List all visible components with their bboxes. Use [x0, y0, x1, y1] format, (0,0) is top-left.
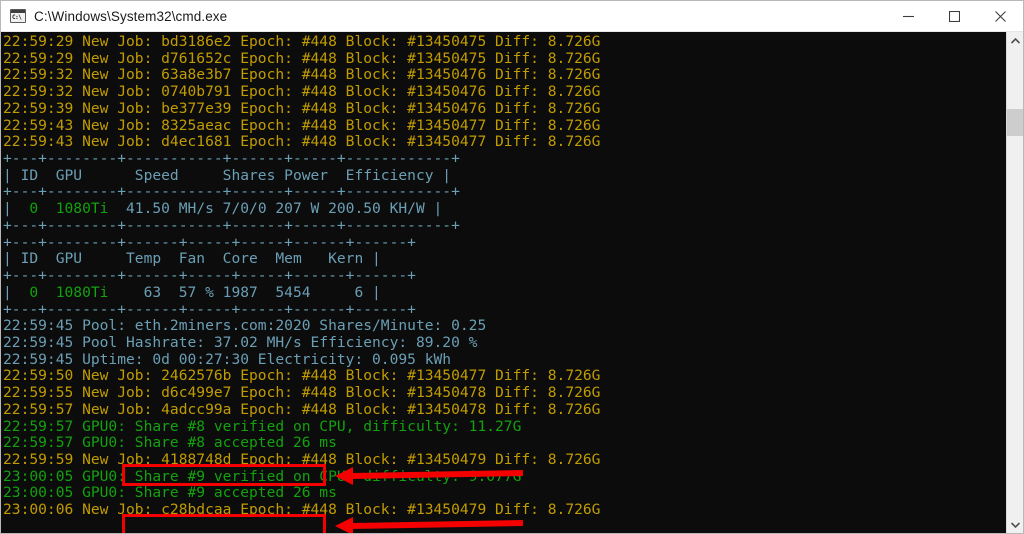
- console-area: 22:59:29 New Job: bd3186e2 Epoch: #448 B…: [1, 32, 1023, 533]
- minimize-icon: [902, 15, 914, 17]
- cmd-icon-titlestrip: [11, 10, 25, 13]
- console-line: 22:59:32 New Job: 63a8e3b7 Epoch: #448 B…: [3, 66, 601, 84]
- cmd-window: C:\ C:\Windows\System32\cmd.exe 22:59:29…: [0, 0, 1024, 534]
- console-span: |: [372, 283, 381, 301]
- console-line: | 0 1080Ti 41.50 MH/s 7/0/0 207 W 200.50…: [3, 200, 1006, 218]
- console-output[interactable]: 22:59:29 New Job: bd3186e2 Epoch: #448 B…: [1, 32, 1006, 533]
- console-line: +---+--------+-----------+------+-----+-…: [3, 150, 460, 168]
- console-line: +---+--------+------+-----+-----+------+…: [3, 267, 416, 285]
- console-line: | ID GPU Speed Shares Power Efficiency |: [3, 166, 452, 184]
- vertical-scrollbar[interactable]: [1006, 32, 1023, 533]
- close-button[interactable]: [977, 1, 1023, 32]
- console-line: 22:59:32 New Job: 0740b791 Epoch: #448 B…: [3, 83, 601, 101]
- console-line: 22:59:39 New Job: be377e39 Epoch: #448 B…: [3, 99, 601, 117]
- chevron-up-icon: [1010, 37, 1020, 44]
- console-line: 22:59:29 New Job: bd3186e2 Epoch: #448 B…: [3, 33, 601, 50]
- console-line: +---+--------+-----------+------+-----+-…: [3, 183, 460, 201]
- console-line: 22:59:45 Pool Hashrate: 37.02 MH/s Effic…: [3, 333, 478, 351]
- console-line: 22:59:59 New Job: 4188748d Epoch: #448 B…: [3, 450, 601, 468]
- console-line: | 0 1080Ti 63 57 % 1987 5454 6 |: [3, 283, 1006, 302]
- minimize-button[interactable]: [885, 1, 931, 32]
- console-line: 23:00:05 GPU0: Share #9 accepted 26 ms: [3, 484, 337, 502]
- console-span: |: [3, 283, 12, 301]
- console-span: |: [433, 200, 443, 218]
- console-line: 22:59:45 Uptime: 0d 00:27:30 Electricity…: [3, 350, 452, 368]
- console-line: 22:59:57 GPU0: Share #8 accepted 26 ms: [3, 434, 337, 452]
- console-line: 22:59:29 New Job: d761652c Epoch: #448 B…: [3, 49, 601, 67]
- console-line: 23:00:05 GPU0: Share #9 verified on CPU,…: [3, 467, 522, 485]
- console-line: 22:59:43 New Job: d4ec1681 Epoch: #448 B…: [3, 133, 601, 151]
- scrollbar-track[interactable]: [1007, 49, 1023, 516]
- console-line: 22:59:43 New Job: 8325aeac Epoch: #448 B…: [3, 116, 601, 134]
- maximize-button[interactable]: [931, 1, 977, 32]
- console-line: +---+--------+-----------+------+-----+-…: [3, 216, 460, 234]
- console-line: 22:59:55 New Job: d6c499e7 Epoch: #448 B…: [3, 384, 601, 402]
- console-span: 63 57 % 1987 5454 6: [108, 283, 373, 301]
- chevron-down-icon: [1010, 521, 1020, 528]
- window-controls: [885, 1, 1023, 32]
- console-line: 22:59:45 Pool: eth.2miners.com:2020 Shar…: [3, 317, 487, 335]
- console-line: | ID GPU Temp Fan Core Mem Kern |: [3, 250, 381, 268]
- scrollbar-thumb[interactable]: [1007, 109, 1023, 136]
- console-span: |: [3, 200, 12, 218]
- scroll-up-button[interactable]: [1007, 32, 1023, 49]
- cmd-icon: C:\: [10, 9, 26, 23]
- console-span: 41.50 MH/s 7/0/0 207 W 200.50 KH/W: [108, 200, 434, 218]
- console-line: +---+--------+------+-----+-----+------+…: [3, 233, 416, 251]
- console-line: 22:59:57 New Job: 4adcc99a Epoch: #448 B…: [3, 400, 601, 418]
- console-line: 22:59:50 New Job: 2462576b Epoch: #448 B…: [3, 367, 601, 385]
- console-span: 0 1080Ti: [11, 283, 109, 301]
- console-span: 0 1080Ti: [11, 200, 109, 218]
- maximize-icon: [948, 10, 960, 22]
- console-line: 22:59:57 GPU0: Share #8 verified on CPU,…: [3, 417, 522, 435]
- window-title: C:\Windows\System32\cmd.exe: [34, 8, 228, 24]
- scroll-down-button[interactable]: [1007, 516, 1023, 533]
- cmd-icon-glyph: C:\: [12, 14, 22, 21]
- console-line: 23:00:06 New Job: c28bdcaa Epoch: #448 B…: [3, 501, 601, 519]
- title-bar[interactable]: C:\ C:\Windows\System32\cmd.exe: [1, 1, 1023, 32]
- close-icon: [994, 10, 1006, 22]
- console-line: +---+--------+------+-----+-----+------+…: [3, 300, 416, 318]
